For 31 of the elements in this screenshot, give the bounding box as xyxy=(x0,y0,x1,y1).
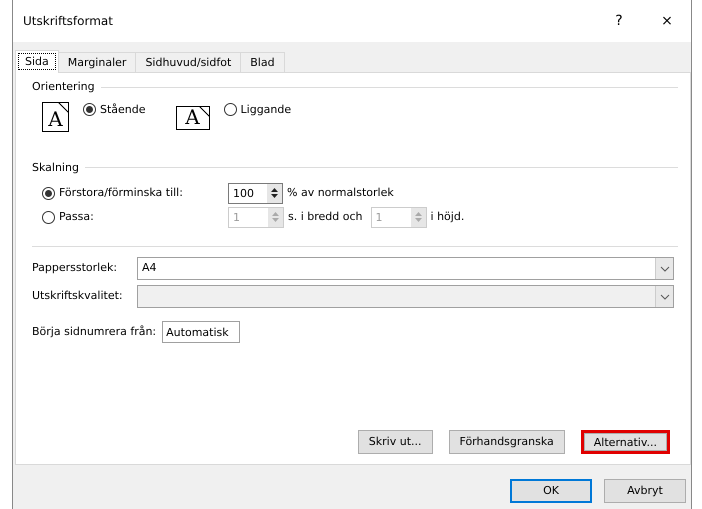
radio-button[interactable]: Stående xyxy=(83,102,146,118)
spin-field[interactable]: 100 xyxy=(228,182,283,204)
label: % av normalstorlek xyxy=(287,184,394,201)
window-title: Utskriftsformat xyxy=(23,13,114,30)
label: i höjd. xyxy=(430,208,464,225)
label: Pappersstorlek: xyxy=(32,260,118,276)
input-field[interactable]: Automatisk xyxy=(162,321,240,343)
chevron-down-icon xyxy=(655,286,673,307)
label: Utskriftskvalitet: xyxy=(32,288,124,304)
radio-button[interactable]: Förstora/förminska till: xyxy=(42,184,228,202)
landscape-page-icon: A xyxy=(176,106,210,130)
spin-arrows-icon xyxy=(267,184,282,202)
group-title: Skalning xyxy=(32,160,79,176)
button[interactable]: Skriv ut... xyxy=(358,430,433,454)
label: s. i bredd och xyxy=(288,208,363,225)
spin-arrows-icon xyxy=(410,208,426,226)
button[interactable]: Alternativ... xyxy=(580,430,670,454)
group-title: Orientering xyxy=(32,79,95,95)
tab[interactable]: Blad xyxy=(240,52,285,72)
help-button[interactable]: ? xyxy=(595,10,643,32)
tab[interactable]: Sida xyxy=(15,50,59,73)
dropdown-field[interactable]: A4 xyxy=(137,257,674,280)
portrait-page-icon: A xyxy=(42,102,69,132)
close-button[interactable]: × xyxy=(643,10,691,32)
cancel-button[interactable]: Avbryt xyxy=(604,479,686,503)
label: Börja sidnumrera från: xyxy=(32,324,156,340)
radio-button[interactable]: Liggande xyxy=(224,102,292,118)
button[interactable]: Förhandsgranska xyxy=(448,430,565,454)
chevron-down-icon xyxy=(655,258,673,279)
ok-button[interactable]: OK xyxy=(510,479,592,503)
spin-arrows-icon xyxy=(268,208,283,226)
